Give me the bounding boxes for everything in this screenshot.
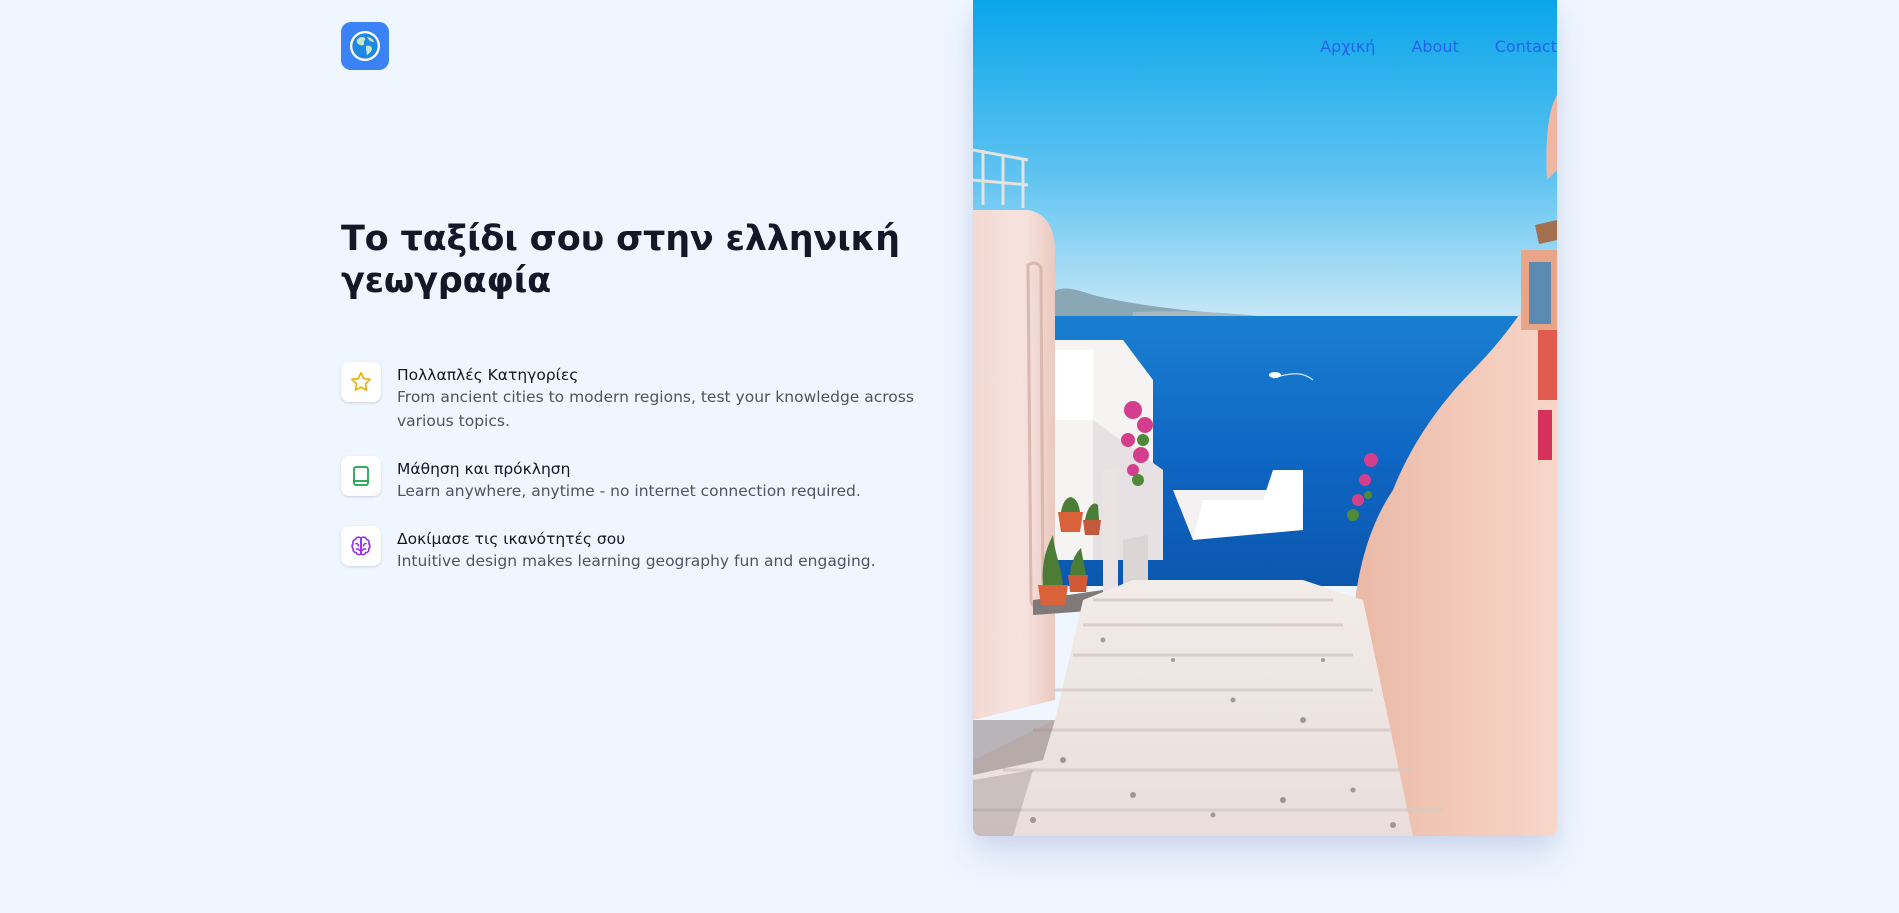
nav-link-home[interactable]: Αρχική (1320, 37, 1375, 56)
brain-icon (351, 536, 371, 556)
logo[interactable] (341, 22, 389, 70)
feature-description: Intuitive design makes learning geograph… (397, 552, 876, 570)
feature-title: Πολλαπλές Κατηγορίες (397, 366, 579, 384)
feature-title: Δοκίμασε τις ικανότητές σου (397, 530, 626, 548)
feature-item-learning: Μάθηση και πρόκληση Learn anywhere, anyt… (341, 456, 941, 503)
features-list: Πολλαπλές Κατηγορίες From ancient cities… (341, 362, 941, 573)
feature-icon-box (341, 456, 381, 496)
feature-item-skills: Δοκίμασε τις ικανότητές σου Intuitive de… (341, 526, 941, 573)
feature-item-categories: Πολλαπλές Κατηγορίες From ancient cities… (341, 362, 941, 433)
feature-icon-box (341, 526, 381, 566)
book-icon (353, 466, 369, 486)
santorini-stairway-photo (973, 0, 1557, 836)
feature-title: Μάθηση και πρόκληση (397, 460, 571, 478)
hero-photo (973, 0, 1557, 836)
feature-description: Learn anywhere, anytime - no internet co… (397, 482, 861, 500)
main-nav: Αρχική About Contact (1320, 37, 1557, 56)
nav-link-contact[interactable]: Contact (1495, 37, 1557, 56)
hero-title: Το ταξίδι σου στην ελληνική γεωγραφία (341, 219, 900, 301)
feature-icon-box (341, 362, 381, 402)
nav-link-about[interactable]: About (1411, 37, 1458, 56)
globe-icon (350, 31, 380, 61)
star-icon (351, 371, 371, 391)
feature-description: From ancient cities to modern regions, t… (397, 388, 914, 430)
